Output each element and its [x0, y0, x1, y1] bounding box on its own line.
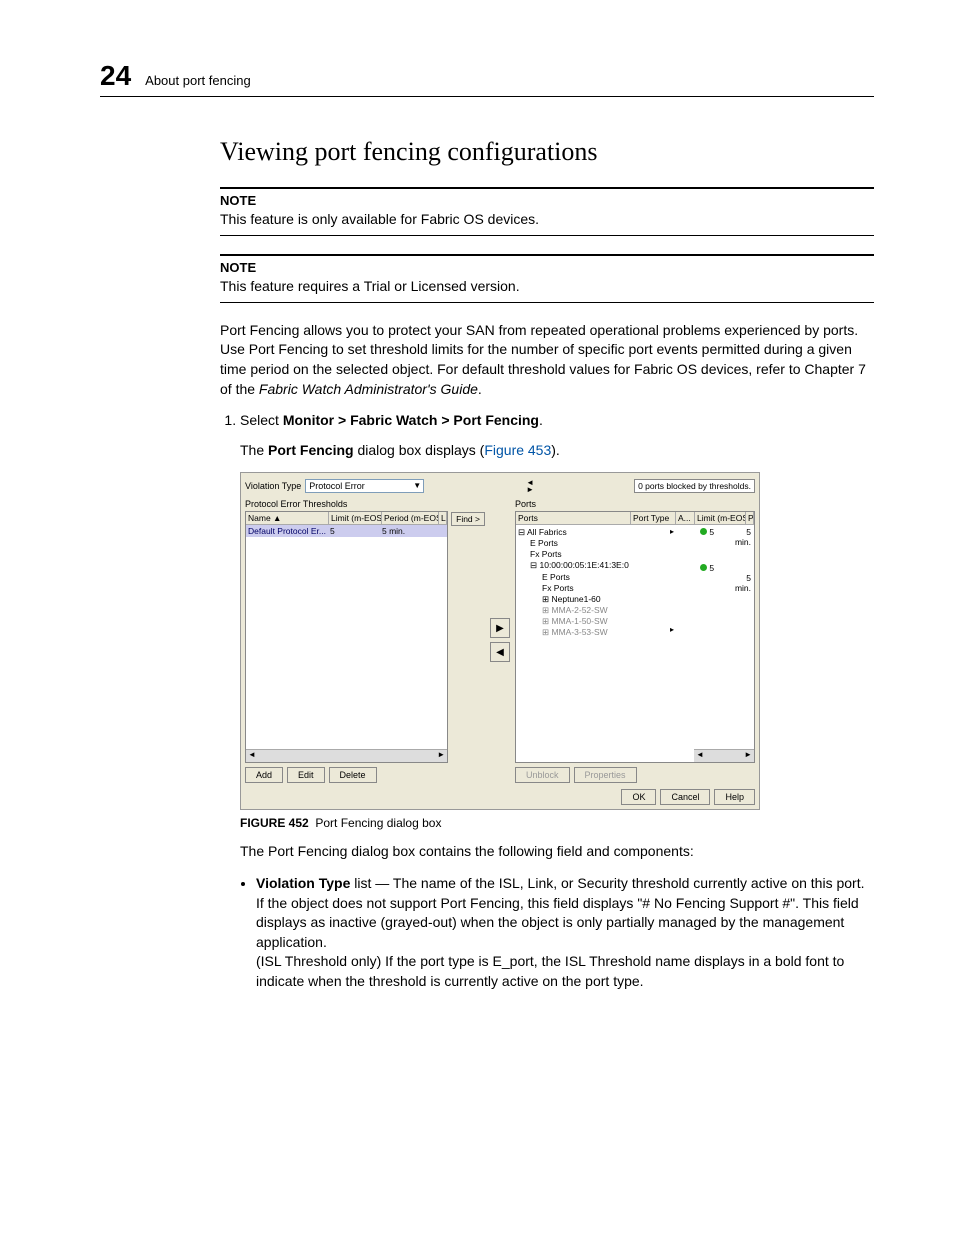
post-figure-paragraph: The Port Fencing dialog box contains the…: [240, 842, 874, 862]
bullet-term: Violation Type: [256, 875, 350, 891]
bullet-extra: (ISL Threshold only) If the port type is…: [256, 953, 844, 989]
chevron-right-icon: ▶: [496, 623, 504, 634]
tree-eports-2[interactable]: E Ports: [518, 572, 628, 583]
note-label: NOTE: [220, 254, 874, 275]
hscrollbar[interactable]: ◄►: [694, 749, 754, 762]
violation-type-combo[interactable]: Protocol Error: [305, 479, 424, 493]
col-a[interactable]: A...: [676, 512, 695, 524]
intro-paragraph: Port Fencing allows you to protect your …: [220, 321, 874, 399]
find-button[interactable]: Find >: [451, 512, 485, 526]
section-heading: Viewing port fencing configurations: [220, 137, 874, 167]
bullet-violation-type: Violation Type list — The name of the IS…: [256, 874, 874, 992]
add-button[interactable]: Add: [245, 767, 283, 783]
figure-xref[interactable]: Figure 453: [484, 442, 551, 458]
col-name[interactable]: Name ▲: [246, 512, 329, 524]
step1-sub-bold: Port Fencing: [268, 442, 354, 458]
tree-neptune[interactable]: ⊞ Neptune1-60: [518, 594, 628, 605]
chevron-left-icon: ◀: [496, 647, 504, 658]
tree-fxports[interactable]: Fx Ports: [518, 549, 628, 560]
col-period-meos[interactable]: Period (m-EOS): [382, 512, 439, 524]
step-1: Select Monitor > Fabric Watch > Port Fen…: [240, 411, 874, 431]
threshold-row[interactable]: Default Protocol Er... 5 5 min.: [246, 525, 447, 537]
step1-sub: The Port Fencing dialog box displays (Fi…: [240, 441, 874, 461]
assign-right-button[interactable]: ▶: [490, 618, 510, 638]
assign-left-button[interactable]: ◀: [490, 642, 510, 662]
tree-fxports-2[interactable]: Fx Ports: [518, 583, 628, 594]
step1-sub-pre: The: [240, 442, 268, 458]
port-fencing-dialog: Violation Type Protocol Error ◄► 0 ports…: [240, 472, 760, 810]
note-label: NOTE: [220, 187, 874, 208]
figure-caption-text: Port Fencing dialog box: [315, 816, 441, 830]
delete-button[interactable]: Delete: [329, 767, 377, 783]
status-dot-icon: [700, 564, 707, 571]
col-ports[interactable]: Ports: [516, 512, 631, 524]
row-period: 5 min.: [380, 525, 436, 537]
components-list: Violation Type list — The name of the IS…: [220, 874, 874, 992]
ports-title: Ports: [515, 499, 755, 509]
page-header: 24 About port fencing: [100, 60, 874, 97]
row-name: Default Protocol Er...: [246, 525, 328, 537]
note-body: This feature is only available for Fabri…: [220, 208, 874, 236]
col-port-type[interactable]: Port Type: [631, 512, 676, 524]
step1-post: .: [539, 412, 543, 428]
blocked-ports-status: 0 ports blocked by thresholds.: [634, 479, 755, 493]
steps-list: Select Monitor > Fabric Watch > Port Fen…: [220, 411, 874, 431]
properties-button[interactable]: Properties: [574, 767, 637, 783]
note-body: This feature requires a Trial or License…: [220, 275, 874, 303]
status-dot-icon: [700, 528, 707, 535]
tree-all-fabrics[interactable]: ⊟ All Fabrics: [518, 527, 628, 538]
col-limit-meos-r[interactable]: Limit (m-EOS): [695, 512, 746, 524]
tree-mma2[interactable]: ⊞ MMA-2-52-SW: [518, 605, 628, 616]
intro-doc-title: Fabric Watch Administrator's Guide: [259, 381, 478, 397]
thresholds-title: Protocol Error Thresholds: [245, 499, 485, 509]
ports-table[interactable]: Ports Port Type A... Limit (m-EOS) Perio…: [515, 511, 755, 763]
chapter-number: 24: [100, 60, 131, 92]
tree-mma3[interactable]: ⊞ MMA-3-53-SW: [518, 627, 628, 638]
cancel-button[interactable]: Cancel: [660, 789, 710, 805]
val-period: 5 min.: [730, 573, 751, 593]
step1-pre: Select: [240, 412, 283, 428]
edit-button[interactable]: Edit: [287, 767, 325, 783]
val-period: 5 min.: [730, 527, 751, 547]
wedge-icon: ▸: [670, 527, 684, 536]
col-limit-meos[interactable]: Limit (m-EOS): [329, 512, 382, 524]
ok-button[interactable]: OK: [621, 789, 656, 805]
thresholds-table[interactable]: Name ▲ Limit (m-EOS) Period (m-EOS) Limi…: [245, 511, 448, 763]
figure-452-image: Violation Type Protocol Error ◄► 0 ports…: [240, 472, 760, 810]
hscrollbar[interactable]: ◄►: [246, 749, 447, 762]
wedge-icon: ▸: [670, 625, 684, 634]
splitter-handle-icon[interactable]: ◄►: [526, 479, 532, 493]
val-limit: 5: [709, 563, 714, 573]
step1-menu-path: Monitor > Fabric Watch > Port Fencing: [283, 412, 539, 428]
step1-sub-end: ).: [551, 442, 560, 458]
figure-caption: FIGURE 452 Port Fencing dialog box: [240, 816, 874, 830]
note-block-2: NOTE This feature requires a Trial or Li…: [220, 254, 874, 303]
row-limit: 5: [328, 525, 380, 537]
val-limit: 5: [709, 527, 714, 537]
help-button[interactable]: Help: [714, 789, 755, 805]
tree-wwn[interactable]: ⊟ 10:00:00:05:1E:41:3E:0: [518, 560, 628, 571]
intro-end: .: [478, 381, 482, 397]
note-block-1: NOTE This feature is only available for …: [220, 187, 874, 236]
tree-mma1[interactable]: ⊞ MMA-1-50-SW: [518, 616, 628, 627]
col-limit-fos[interactable]: Limit (FOS): [439, 512, 447, 524]
figure-number: FIGURE 452: [240, 816, 309, 830]
violation-type-label: Violation Type: [245, 481, 301, 491]
chapter-title: About port fencing: [145, 73, 251, 88]
tree-eports[interactable]: E Ports: [518, 538, 628, 549]
unblock-button[interactable]: Unblock: [515, 767, 570, 783]
col-period-meos-r[interactable]: Period (m-EO: [746, 512, 754, 524]
step1-sub-mid: dialog box displays (: [354, 442, 485, 458]
